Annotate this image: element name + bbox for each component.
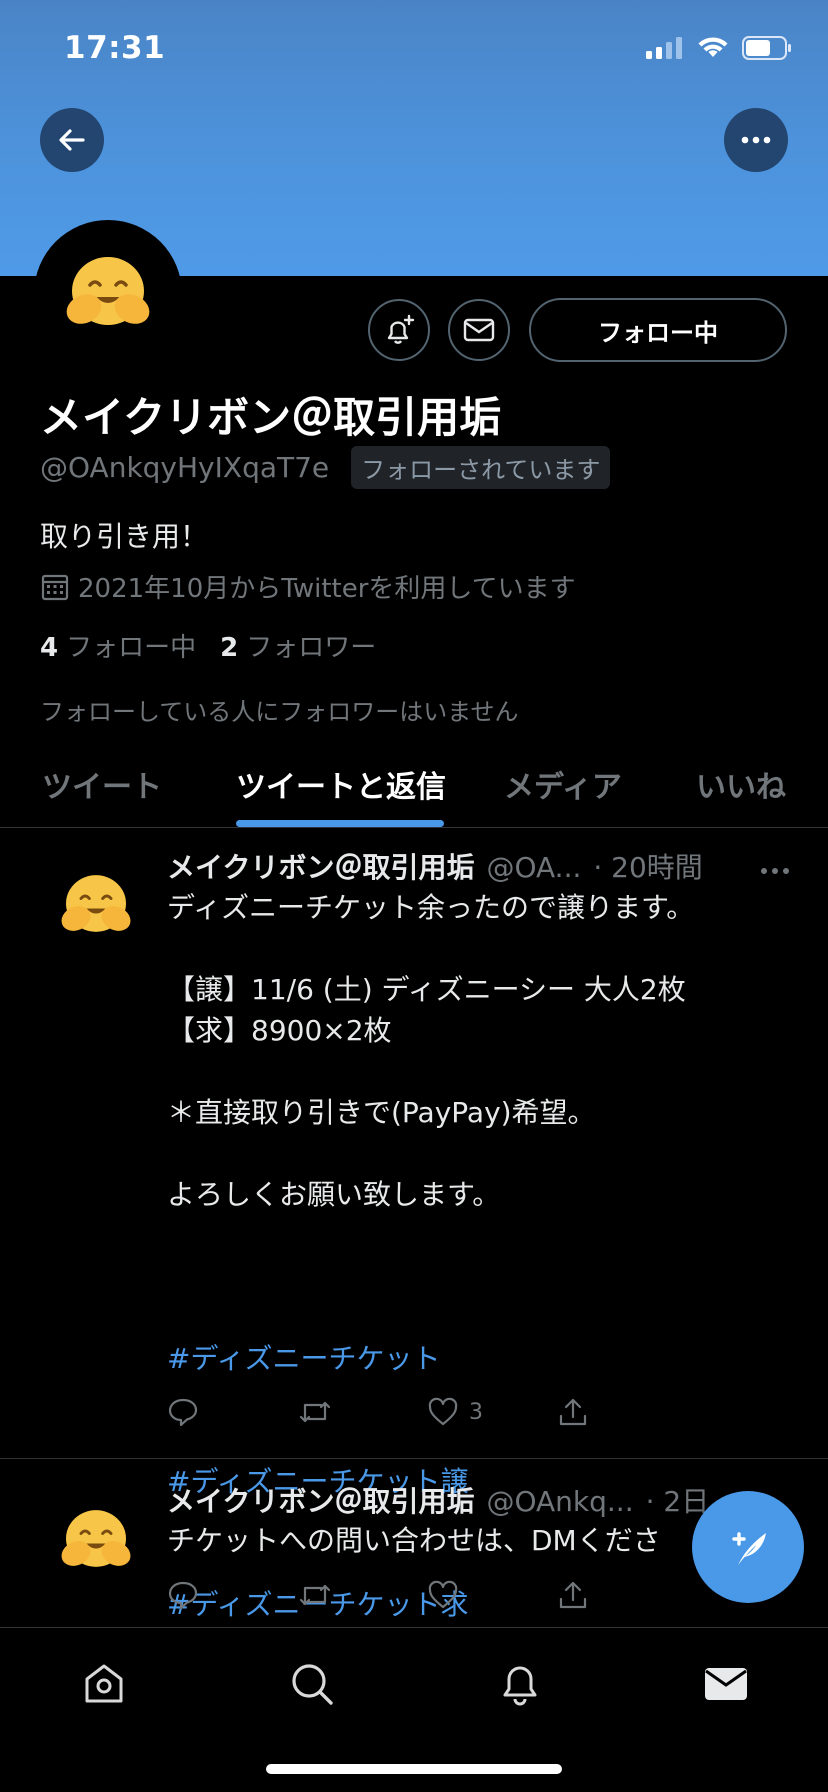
joined-date: 2021年10月からTwitterを利用しています (40, 568, 576, 605)
tweet-text: チケットへの問い合わせは、DMくださ (167, 1524, 661, 1557)
like-count: 3 (469, 1399, 483, 1425)
followers-link[interactable]: 2 フォロワー (220, 627, 376, 664)
tweet-actions (167, 1579, 687, 1611)
status-icons (646, 36, 792, 60)
following-button[interactable]: フォロー中 (529, 298, 787, 362)
tweet-more-button[interactable] (760, 860, 790, 879)
retweet-button[interactable] (297, 1579, 427, 1611)
heart-icon (428, 1580, 458, 1609)
following-count: 4 (40, 633, 59, 663)
no-mutual-followers: フォローしている人にフォロワーはいません (40, 698, 519, 726)
nav-search[interactable] (282, 1654, 342, 1714)
home-indicator (266, 1764, 562, 1774)
retweet-icon (299, 1584, 331, 1606)
retweet-button[interactable] (297, 1396, 427, 1428)
hugging-face-icon (66, 257, 150, 325)
tweet-text: ディズニーチケット余ったので譲ります。 【譲】11/6 (土) ディズニーシー … (167, 891, 695, 1211)
following-label: フォロー中 (66, 633, 197, 663)
joined-text: 2021年10月からTwitterを利用しています (78, 574, 576, 604)
tweet-author-handle: @OA... (486, 851, 582, 884)
share-button[interactable] (557, 1579, 687, 1611)
back-button[interactable] (40, 108, 104, 172)
profile-name: メイクリボン＠取引用垢 (40, 393, 502, 442)
reply-icon (168, 1581, 198, 1610)
status-time: 17:31 (64, 30, 166, 66)
calendar-icon (41, 574, 69, 600)
tweet-time[interactable]: · 2日 (646, 1480, 710, 1520)
follow-stats: 4 フォロー中 2 フォロワー (40, 627, 376, 664)
tab-tweets[interactable]: ツイート (42, 762, 162, 806)
tweet-author-name[interactable]: メイクリボン＠取引用垢 (167, 846, 474, 886)
share-icon (559, 1398, 587, 1426)
nav-home[interactable] (74, 1654, 134, 1714)
tab-tweets-and-replies[interactable]: ツイートと返信 (236, 762, 446, 806)
share-icon (559, 1581, 587, 1609)
following-link[interactable]: 4 フォロー中 (40, 627, 196, 664)
reply-button[interactable] (167, 1579, 297, 1611)
hugging-face-icon (61, 1510, 131, 1567)
tweet-author-handle: @OAnkq... (486, 1485, 634, 1518)
compose-tweet-icon (732, 1532, 766, 1565)
tweet[interactable]: メイクリボン＠取引用垢 @OA... · 20時間 ディズニーチケット余ったので… (0, 828, 828, 1621)
profile-handle: @OAnkqyHyIXqaT7e (40, 451, 330, 484)
tweet-avatar[interactable] (52, 862, 140, 950)
followers-label: フォロワー (246, 633, 377, 663)
tab-media[interactable]: メディア (504, 762, 622, 806)
like-button[interactable]: 3 (427, 1396, 557, 1428)
more-horizontal-icon (741, 136, 771, 144)
hugging-face-icon (61, 875, 131, 932)
tweet-header: メイクリボン＠取引用垢 @OAnkq... · 2日 (167, 1480, 727, 1520)
handle-row: @OAnkqyHyIXqaT7e フォローされています (40, 446, 611, 489)
share-button[interactable] (557, 1396, 687, 1428)
nav-messages[interactable] (696, 1654, 756, 1714)
tweet-time[interactable]: · 20時間 (593, 846, 702, 886)
search-icon (292, 1664, 333, 1705)
more-options-button[interactable] (724, 108, 788, 172)
profile-tabs: ツイート ツイートと返信 メディア いいね (0, 748, 828, 828)
mail-icon (705, 1668, 747, 1700)
bell-icon (503, 1666, 537, 1706)
message-button[interactable] (448, 299, 510, 361)
retweet-icon (299, 1401, 331, 1423)
notify-button[interactable] (368, 299, 430, 361)
follows-you-badge: フォローされています (351, 446, 611, 489)
hashtag-link[interactable]: #ディズニーチケット (167, 1338, 469, 1379)
tweet-avatar[interactable] (52, 1497, 140, 1585)
tweet-actions: 3 (167, 1396, 687, 1428)
envelope-icon (463, 318, 495, 342)
reply-button[interactable] (167, 1396, 297, 1428)
more-horizontal-icon (761, 868, 789, 874)
nav-notifications[interactable] (490, 1654, 550, 1714)
arrow-left-icon (59, 129, 85, 151)
home-icon (85, 1664, 123, 1703)
active-tab-indicator (236, 820, 444, 827)
tweet-author-name[interactable]: メイクリボン＠取引用垢 (167, 1480, 474, 1520)
tweet-header: メイクリボン＠取引用垢 @OA... · 20時間 (167, 846, 727, 886)
status-bar: 17:31 (0, 0, 828, 100)
wifi-icon (698, 37, 728, 57)
bell-plus-icon (387, 314, 415, 344)
like-button[interactable] (427, 1579, 557, 1611)
profile-avatar[interactable] (34, 220, 182, 368)
heart-icon (428, 1397, 458, 1426)
tab-likes[interactable]: いいね (696, 762, 786, 806)
battery-icon (742, 36, 791, 60)
compose-tweet-button[interactable] (692, 1491, 804, 1603)
profile-bio: 取り引き用！ (40, 520, 209, 553)
reply-icon (168, 1398, 198, 1427)
followers-count: 2 (220, 633, 239, 663)
signal-icon (646, 37, 682, 59)
